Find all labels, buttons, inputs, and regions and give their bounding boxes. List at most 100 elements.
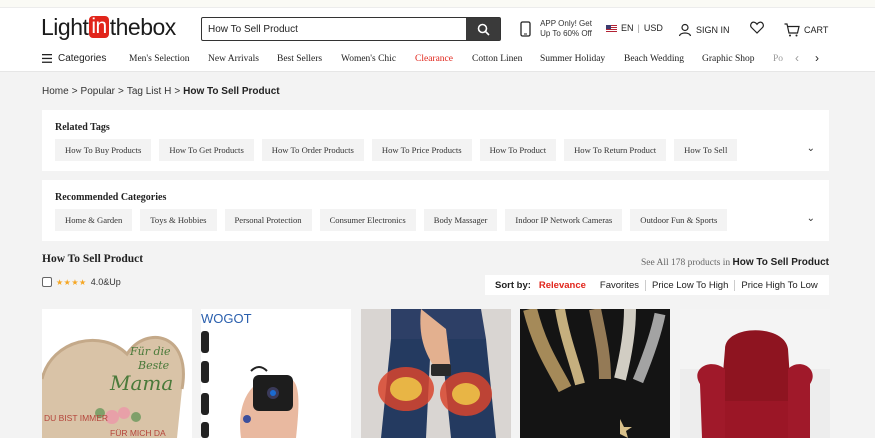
wishlist-button[interactable] (750, 21, 764, 34)
search-button[interactable] (466, 18, 500, 40)
categories-menu[interactable]: Categories (42, 53, 106, 64)
related-tags-list: How To Buy Products How To Get Products … (55, 139, 738, 161)
top-strip (0, 0, 875, 8)
product-text: FÜR MICH DA (110, 428, 166, 438)
related-tag[interactable]: How To Buy Products (55, 139, 152, 161)
related-tags-title: Related Tags (55, 122, 110, 133)
phone-icon (520, 21, 531, 37)
breadcrumb-separator: > (71, 86, 78, 97)
results-count-term: How To Sell Product (732, 257, 829, 268)
nav-link-clearance[interactable]: Clearance (415, 54, 453, 64)
currency-label: USD (643, 23, 663, 33)
category-nav: Categories Men's Selection New Arrivals … (0, 46, 875, 72)
nav-link-beach-wedding[interactable]: Beach Wedding (624, 54, 684, 64)
category-tag[interactable]: Indoor IP Network Cameras (505, 209, 623, 231)
nav-link-mens-selection[interactable]: Men's Selection (129, 54, 190, 64)
related-tags-panel: Related Tags How To Buy Products How To … (42, 110, 829, 171)
rating-checkbox[interactable] (42, 277, 52, 287)
product-image-heated-pants (361, 309, 511, 438)
product-card[interactable]: Für die Beste Mama DU BIST IMMER FÜR MIC… (42, 309, 192, 438)
star-rating-icon: ★★★★ (56, 277, 87, 287)
nav-link-graphic-shop[interactable]: Graphic Shop (702, 54, 755, 64)
recommended-categories-panel: Recommended Categories Home & Garden Toy… (42, 180, 829, 241)
related-tag[interactable]: How To Order Products (261, 139, 364, 161)
app-promo-text: APP Only! Get Up To 60% Off (540, 19, 592, 38)
nav-link-summer-holiday[interactable]: Summer Holiday (540, 54, 605, 64)
product-brand: WOGOT (201, 311, 252, 326)
related-tag[interactable]: How To Price Products (371, 139, 472, 161)
product-image-mini-camera (201, 309, 351, 438)
product-text: DU BIST IMMER (44, 413, 109, 423)
product-card[interactable] (361, 309, 511, 438)
search-input[interactable] (202, 18, 466, 40)
breadcrumb-separator: > (174, 86, 181, 97)
product-text: Mama (110, 371, 174, 395)
category-tag[interactable]: Consumer Electronics (319, 209, 416, 231)
product-card[interactable] (520, 309, 670, 438)
search-icon (477, 23, 490, 36)
product-card[interactable]: WOGOT (201, 309, 351, 438)
us-flag-icon (606, 24, 617, 32)
category-tag[interactable]: Body Massager (423, 209, 498, 231)
lang-divider: | (637, 23, 640, 33)
signin-link[interactable]: SIGN IN (678, 23, 730, 37)
related-tag[interactable]: How To Get Products (159, 139, 254, 161)
logo[interactable]: Light in thebox (41, 13, 177, 40)
logo-text-thebox: thebox (109, 13, 177, 40)
sort-price-low-high[interactable]: Price Low To High (644, 279, 734, 291)
recommended-categories-list: Home & Garden Toys & Hobbies Personal Pr… (55, 209, 728, 231)
breadcrumb-tag-list[interactable]: Tag List H (127, 86, 171, 97)
product-card[interactable] (680, 309, 830, 438)
nav-prev-arrow-icon[interactable]: ‹ (795, 51, 799, 65)
related-tag[interactable]: How To Return Product (564, 139, 667, 161)
nav-link-womens-chic[interactable]: Women's Chic (341, 54, 396, 64)
rating-filter[interactable]: ★★★★ 4.0&Up (42, 277, 121, 287)
search-bar (201, 17, 501, 41)
cart-link[interactable]: CART (784, 23, 828, 37)
category-tag[interactable]: Outdoor Fun & Sports (630, 209, 728, 231)
category-tag[interactable]: Home & Garden (55, 209, 133, 231)
sort-price-high-low[interactable]: Price High To Low (734, 279, 823, 291)
product-image-feather-art (520, 309, 670, 438)
signin-label: SIGN IN (696, 25, 730, 35)
related-tag[interactable]: How To Sell (674, 139, 738, 161)
logo-text-in: in (89, 15, 109, 38)
category-tag[interactable]: Toys & Hobbies (140, 209, 217, 231)
sort-favorites[interactable]: Favorites (600, 280, 645, 291)
results-title: How To Sell Product (42, 253, 144, 265)
results-count: See All 178 products in How To Sell Prod… (641, 257, 829, 268)
product-image-red-armchair (680, 309, 830, 438)
nav-link-cotton-linen[interactable]: Cotton Linen (472, 54, 522, 64)
expand-tags-chevron-icon[interactable]: ⌄ (807, 143, 815, 154)
app-promo[interactable]: APP Only! Get Up To 60% Off (520, 19, 595, 39)
related-tag[interactable]: How To Product (479, 139, 557, 161)
categories-label: Categories (58, 53, 107, 64)
language-label: EN (621, 23, 634, 33)
breadcrumb-separator: > (118, 86, 124, 97)
category-tag[interactable]: Personal Protection (224, 209, 312, 231)
product-text: Für die (130, 345, 171, 358)
sort-bar: Sort by: Relevance Favorites Price Low T… (485, 275, 829, 295)
cart-label: CART (804, 25, 829, 35)
header: Lightinthebox APP Only! Get Up To 60% Of… (0, 8, 875, 46)
expand-categories-chevron-icon[interactable]: ⌄ (807, 213, 815, 224)
hamburger-icon (42, 54, 52, 63)
breadcrumb: Home > Popular > Tag List H > How To Sell P… (42, 86, 280, 97)
sort-label: Sort by: (495, 279, 531, 291)
rating-filter-label: 4.0&Up (90, 277, 121, 287)
logo-text-light: Light (41, 13, 89, 40)
heart-icon (750, 21, 764, 34)
cart-icon (784, 23, 800, 37)
breadcrumb-popular[interactable]: Popular (81, 86, 115, 97)
nav-next-arrow-icon[interactable]: › (815, 51, 819, 65)
breadcrumb-home[interactable]: Home (42, 86, 69, 97)
nav-link-new-arrivals[interactable]: New Arrivals (208, 54, 259, 64)
recommended-categories-title: Recommended Categories (55, 192, 167, 203)
breadcrumb-current: How To Sell Product (183, 86, 280, 97)
nav-link-truncated[interactable]: Po (773, 54, 785, 64)
sort-relevance[interactable]: Relevance (539, 280, 592, 291)
language-currency-selector[interactable]: EN | USD (606, 23, 663, 33)
results-count-prefix: See All 178 products in (640, 258, 731, 268)
user-icon (678, 23, 692, 37)
nav-link-best-sellers[interactable]: Best Sellers (277, 54, 322, 64)
